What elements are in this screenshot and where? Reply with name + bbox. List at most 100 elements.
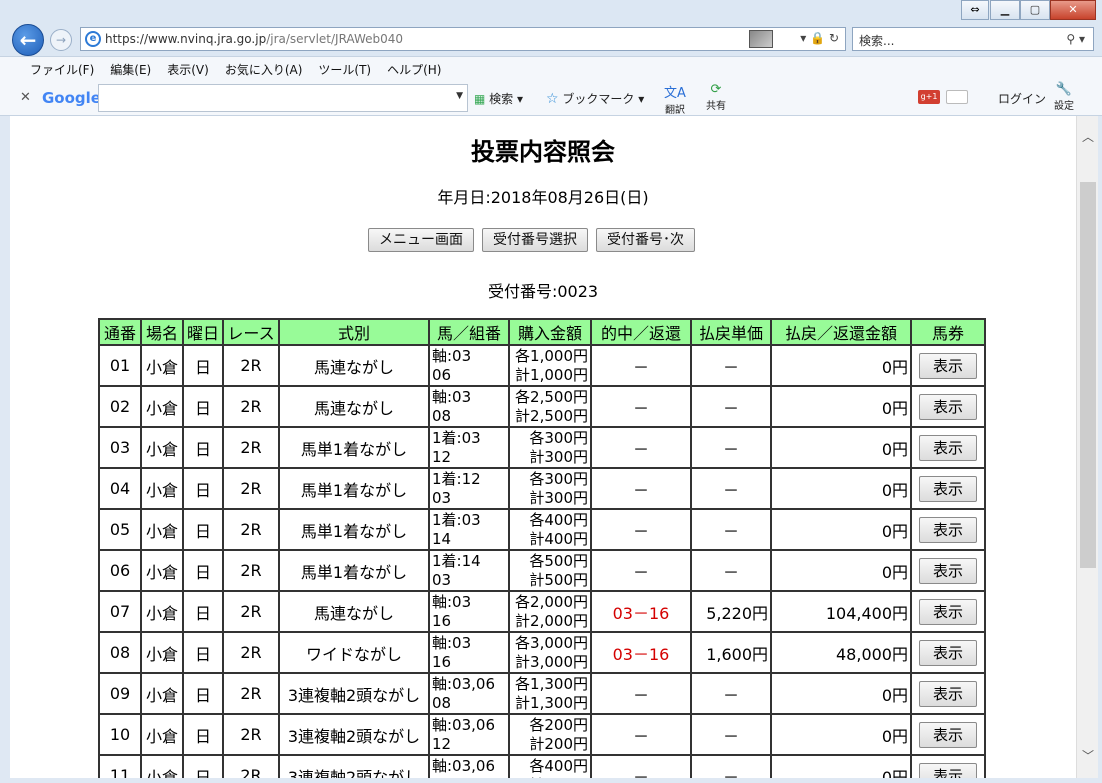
show-ticket-button[interactable]: 表示: [919, 434, 977, 461]
login-link[interactable]: ログイン: [998, 90, 1046, 107]
cell-hit: －: [590, 508, 692, 551]
combo-line-1: 1着:03: [432, 510, 481, 529]
cell-hit: －: [590, 754, 692, 778]
menu-favorites[interactable]: お気に入り(A): [217, 57, 311, 80]
table-row: 02 小倉日 2R 馬連ながし 軸:03 08 各2,500円 計2,500円－－ 0円 表示: [98, 385, 986, 428]
cell-unit: －: [690, 508, 772, 551]
cell-combo: 軸:03 16: [428, 590, 510, 633]
google-plus-icon[interactable]: g+1: [918, 90, 940, 104]
minimize-button[interactable]: ▁: [990, 0, 1020, 20]
amount-total: 計2,000円: [515, 611, 588, 630]
cell-unit: －: [690, 467, 772, 510]
refresh-icon[interactable]: ↻: [829, 31, 839, 45]
scroll-thumb[interactable]: [1080, 182, 1096, 568]
bookmark-button[interactable]: ☆ ブックマーク ▾: [546, 90, 644, 107]
restore-down-icon[interactable]: ⇔: [961, 0, 989, 20]
close-toolbar-icon[interactable]: ✕: [20, 90, 31, 105]
cell-ticket: 表示: [910, 754, 986, 778]
menu-edit[interactable]: 編集(E): [102, 57, 159, 80]
show-ticket-button[interactable]: 表示: [919, 393, 977, 420]
cell-ticket: 表示: [910, 385, 986, 428]
menu-file[interactable]: ファイル(F): [22, 57, 102, 80]
amount-each: 各400円: [529, 756, 588, 775]
cell-amount: 各400円計400円: [508, 508, 592, 551]
cell-type: 馬単1着ながし: [278, 467, 430, 510]
col-header: 払戻単価: [690, 318, 772, 346]
show-ticket-button[interactable]: 表示: [919, 557, 977, 584]
show-ticket-button[interactable]: 表示: [919, 762, 977, 778]
scroll-down-icon[interactable]: ﹀: [1077, 747, 1099, 764]
show-ticket-button[interactable]: 表示: [919, 598, 977, 625]
combo-line-2: 16: [432, 611, 452, 630]
cell-combo: 軸:03 06: [428, 344, 510, 387]
cell-type: 馬連ながし: [278, 590, 430, 633]
amount-each: 各300円: [529, 428, 588, 447]
lock-icon[interactable]: 🔒: [810, 31, 825, 45]
dropdown-icon[interactable]: ▼: [456, 91, 463, 101]
cell-no: 09: [98, 672, 142, 715]
google-search-input[interactable]: ▼: [98, 84, 468, 112]
cell-day: 日: [182, 754, 224, 778]
search-icon[interactable]: ⚲ ▾: [1066, 32, 1085, 46]
cell-day: 日: [182, 631, 224, 674]
cell-day: 日: [182, 426, 224, 469]
cell-no: 02: [98, 385, 142, 428]
receipt-select-button[interactable]: 受付番号選択: [482, 228, 588, 252]
combo-line-1: 軸:03: [432, 633, 472, 652]
cell-no: 08: [98, 631, 142, 674]
show-ticket-button[interactable]: 表示: [919, 721, 977, 748]
cell-combo: 軸:03 16: [428, 631, 510, 674]
vertical-scrollbar[interactable]: ︿ ﹀: [1076, 116, 1098, 778]
back-button[interactable]: ←: [12, 24, 44, 56]
cell-place: 小倉: [140, 467, 184, 510]
search-input[interactable]: 検索... ⚲ ▾: [852, 27, 1094, 51]
address-bar[interactable]: e https://www.nvinq.jra.go.jp/jra/servle…: [80, 27, 846, 51]
page-thumbnail-icon[interactable]: [749, 30, 773, 48]
show-ticket-button[interactable]: 表示: [919, 475, 977, 502]
menu-help[interactable]: ヘルプ(H): [379, 57, 449, 80]
cell-type: 馬単1着ながし: [278, 426, 430, 469]
combo-line-1: 軸:03,06: [432, 715, 495, 734]
cell-day: 日: [182, 344, 224, 387]
cell-place: 小倉: [140, 672, 184, 715]
cell-unit: －: [690, 549, 772, 592]
dropdown-icon[interactable]: ▾: [800, 31, 806, 45]
maximize-button[interactable]: ▢: [1020, 0, 1050, 20]
combo-line-2: 12: [432, 734, 452, 753]
amount-each: 各200円: [529, 715, 588, 734]
bets-table: 通番 場名 曜日 レース 式別 馬／組番 購入金額 的中／返還 払戻単価 払戻／…: [98, 318, 986, 778]
cell-ticket: 表示: [910, 590, 986, 633]
google-search-button[interactable]: ▦ 検索 ▾: [474, 90, 523, 107]
cell-hit: 03－16: [590, 631, 692, 674]
show-ticket-button[interactable]: 表示: [919, 639, 977, 666]
menu-view[interactable]: 表示(V): [159, 57, 217, 80]
cell-payout: 0円: [770, 344, 912, 387]
cell-day: 日: [182, 590, 224, 633]
scroll-up-icon[interactable]: ︿: [1077, 128, 1099, 145]
cell-hit: －: [590, 713, 692, 756]
menu-tools[interactable]: ツール(T): [310, 57, 379, 80]
cell-type: 3連複軸2頭ながし: [278, 754, 430, 778]
translate-button[interactable]: 文A 翻訳: [664, 82, 686, 116]
navigation-bar: ← → e https://www.nvinq.jra.go.jp/jra/se…: [0, 22, 1102, 56]
forward-button[interactable]: →: [50, 29, 72, 51]
address-tools[interactable]: ▾ 🔒 ↻: [800, 31, 839, 45]
table-header-row: 通番 場名 曜日 レース 式別 馬／組番 購入金額 的中／返還 払戻単価 払戻／…: [98, 318, 986, 346]
show-ticket-button[interactable]: 表示: [919, 680, 977, 707]
cell-payout: 0円: [770, 754, 912, 778]
amount-total: 計500円: [529, 570, 588, 589]
show-ticket-button[interactable]: 表示: [919, 352, 977, 379]
share-button[interactable]: ⟳ 共有: [706, 82, 726, 112]
table-row: 07 小倉日 2R 馬連ながし 軸:03 16 各2,000円 計2,000円 03－16 5,2…: [98, 590, 986, 633]
menu-screen-button[interactable]: メニュー画面: [368, 228, 474, 252]
table-row: 08 小倉日 2R ワイドながし 軸:03 16 各3,000円 計3,000円 03－16 1,…: [98, 631, 986, 674]
cell-amount: 各3,000円 計3,000円: [508, 631, 592, 674]
show-ticket-button[interactable]: 表示: [919, 516, 977, 543]
google-logo: Google: [42, 89, 101, 107]
col-header: 場名: [140, 318, 184, 346]
cell-amount: 各2,500円 計2,500円: [508, 385, 592, 428]
cell-ticket: 表示: [910, 549, 986, 592]
close-button[interactable]: ✕: [1050, 0, 1096, 20]
settings-button[interactable]: 🔧 設定: [1054, 82, 1074, 112]
receipt-next-button[interactable]: 受付番号･次: [596, 228, 695, 252]
